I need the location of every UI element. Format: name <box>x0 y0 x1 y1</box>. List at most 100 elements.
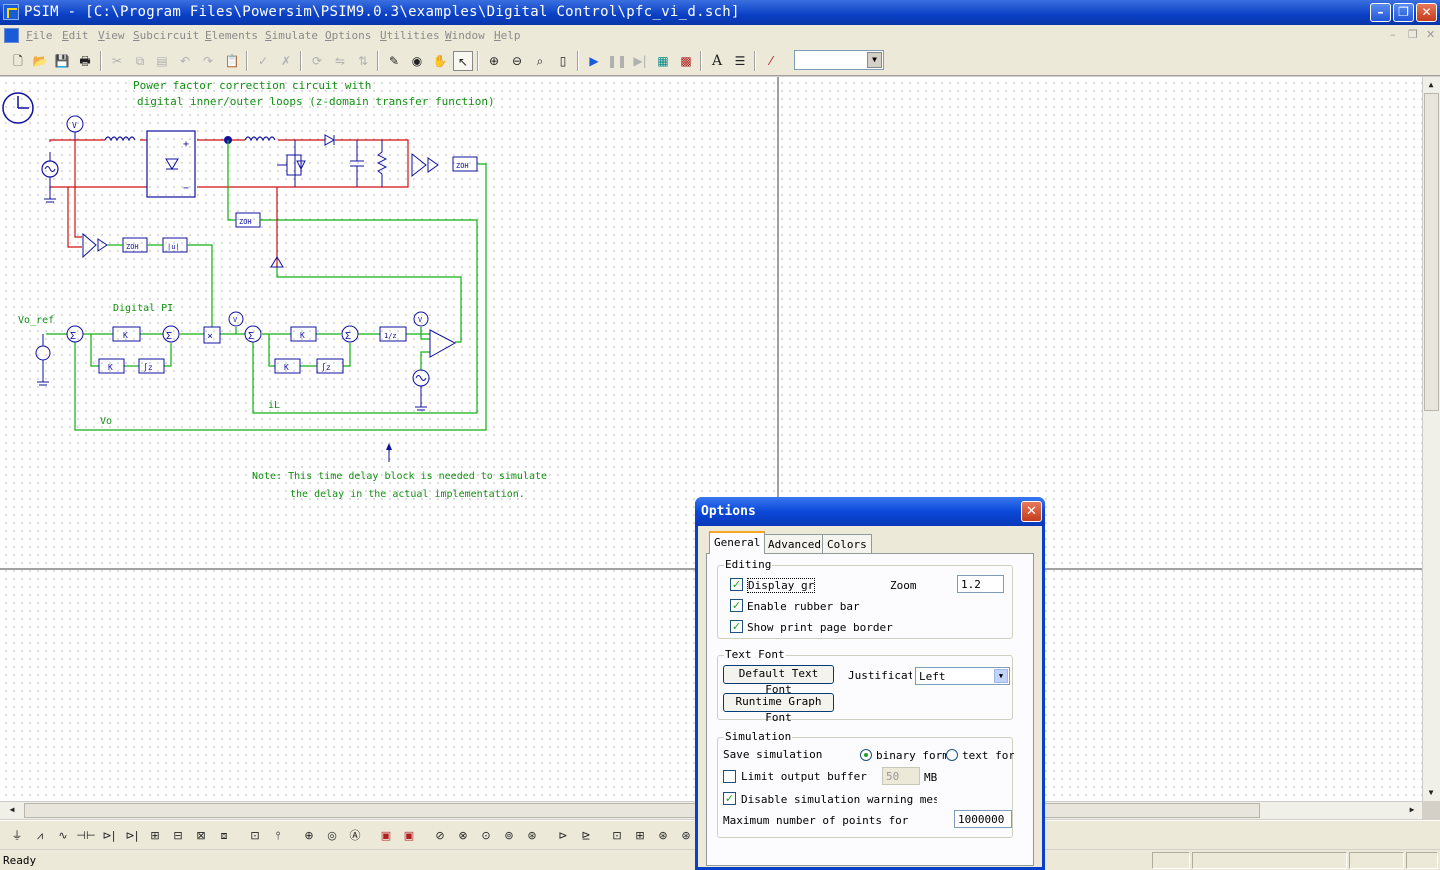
max-points-field[interactable]: 1000000 <box>954 810 1012 828</box>
menu-window[interactable]: Window <box>445 29 485 42</box>
delay-block[interactable]: 1/z <box>379 326 407 342</box>
close-icon[interactable]: ✕ <box>1021 501 1042 522</box>
zoom-field[interactable]: 1.2 <box>957 575 1004 593</box>
flip-tb-icon[interactable]: ⇅ <box>353 51 373 71</box>
rotate-icon[interactable]: ⟳ <box>307 51 327 71</box>
text-icon[interactable]: A <box>707 51 727 71</box>
justification-select[interactable]: Left ▼ <box>915 667 1010 685</box>
zoh-block-current[interactable]: ZOH <box>235 212 261 228</box>
step-icon[interactable]: ▶| <box>630 51 650 71</box>
current-probe-element-icon[interactable]: ▣ <box>399 826 419 846</box>
vertical-scrollbar[interactable]: ▲ ▼ <box>1422 77 1440 801</box>
options-dialog-titlebar[interactable]: Options ✕ <box>695 497 1045 526</box>
ac-source-icon[interactable] <box>41 152 59 203</box>
mdi-minimize-button[interactable]: – <box>1390 28 1396 41</box>
page-icon[interactable]: ▯ <box>553 51 573 71</box>
comparator-element-icon[interactable]: ⊵ <box>576 826 596 846</box>
voltage-sensor-icon[interactable] <box>411 152 439 178</box>
op-amp-element-icon[interactable]: ⊳ <box>553 826 573 846</box>
limit-buffer-checkbox[interactable] <box>723 770 736 783</box>
mdi-restore-button[interactable]: ❐ <box>1408 28 1418 41</box>
disable-warning-checkbox[interactable]: ✓ <box>723 792 736 805</box>
label-icon[interactable]: ◉ <box>407 51 427 71</box>
flip-lr-icon[interactable]: ⇋ <box>330 51 350 71</box>
comparator-icon[interactable] <box>429 329 457 358</box>
sensor-element-icon[interactable]: ⫯ <box>268 826 288 846</box>
cross-icon[interactable]: ✗ <box>276 51 296 71</box>
resistor-icon[interactable] <box>376 140 388 187</box>
print-border-checkbox[interactable]: ✓ <box>730 620 743 633</box>
pi-element-icon[interactable]: ⊞ <box>630 826 650 846</box>
mosfet-element-icon[interactable]: ⊞ <box>145 826 165 846</box>
menu-elements[interactable]: Elements <box>205 29 258 42</box>
sum-block[interactable]: Σ <box>162 325 180 343</box>
zoom-out-icon[interactable]: ⊖ <box>507 51 527 71</box>
schematic-drawing[interactable]: Power factor correction circuit with dig… <box>0 77 780 517</box>
menu-view[interactable]: View <box>98 29 125 42</box>
chevron-down-icon[interactable]: ▼ <box>994 669 1008 683</box>
binary-format-radio[interactable] <box>860 749 872 761</box>
restore-button[interactable]: ❐ <box>1393 3 1414 22</box>
scroll-down-icon[interactable]: ▼ <box>1423 785 1439 801</box>
diode-element-icon[interactable]: ⊳| <box>99 826 119 846</box>
transformer-element-icon[interactable]: ⧈ <box>214 826 234 846</box>
menu-subcircuit[interactable]: Subcircuit <box>133 29 199 42</box>
diode-icon[interactable] <box>324 134 336 146</box>
multiplier-block[interactable]: × <box>203 326 221 344</box>
voltage-probe-icon[interactable]: V <box>413 311 429 327</box>
voltage-probe-element-icon[interactable]: ▣ <box>376 826 396 846</box>
ammeter-element-icon[interactable]: ⊗ <box>453 826 473 846</box>
abs-block[interactable]: |u| <box>162 237 188 253</box>
igbt-switch-icon[interactable] <box>277 140 306 187</box>
dc-source-element-icon[interactable]: ⊕ <box>299 826 319 846</box>
pan-icon[interactable]: ✋ <box>430 51 450 71</box>
gain-block[interactable]: K <box>290 326 317 342</box>
dll-element-icon[interactable]: ⊛ <box>653 826 673 846</box>
sum-block[interactable]: Σ <box>244 325 262 343</box>
minimize-button[interactable]: – <box>1370 3 1391 22</box>
default-text-font-button[interactable]: Default Text Font <box>723 665 834 696</box>
zoh-block-input[interactable]: ZOH <box>122 237 148 253</box>
cosim-element-icon[interactable]: ⊛ <box>676 826 696 846</box>
voltage-probe-icon[interactable]: V <box>228 311 244 327</box>
menu-utilities[interactable]: Utilities <box>380 29 440 42</box>
menu-edit[interactable]: Edit <box>62 29 89 42</box>
zoom-in-icon[interactable]: ⊕ <box>484 51 504 71</box>
voltmeter-element-icon[interactable]: ⊘ <box>430 826 450 846</box>
ac-source-element-icon[interactable]: ◎ <box>322 826 342 846</box>
integrator-block[interactable]: ∫z <box>316 358 344 374</box>
igbt-element-icon[interactable]: ⊟ <box>168 826 188 846</box>
motor-element-icon[interactable]: ⊡ <box>245 826 265 846</box>
menu-help[interactable]: Help <box>494 29 521 42</box>
current-source-element-icon[interactable]: Ⓐ <box>345 826 365 846</box>
tab-advanced[interactable]: Advanced <box>763 534 826 554</box>
gain-block[interactable]: K <box>112 326 141 342</box>
rectifier-icon[interactable]: + − <box>146 130 196 198</box>
varmeter-element-icon[interactable]: ⊚ <box>499 826 519 846</box>
wire-icon[interactable]: ✎ <box>384 51 404 71</box>
redo-icon[interactable]: ↷ <box>198 51 218 71</box>
boost-inductor-icon[interactable] <box>244 136 276 142</box>
resistor-element-icon[interactable]: ⩘ <box>30 826 50 846</box>
open-icon[interactable]: 📂 <box>30 51 50 71</box>
paste-icon[interactable]: ▤ <box>152 51 172 71</box>
clock-icon[interactable] <box>2 92 34 124</box>
scope-element-icon[interactable]: ⊛ <box>522 826 542 846</box>
document-icon[interactable] <box>4 28 19 43</box>
vertical-scroll-thumb[interactable] <box>1424 93 1439 411</box>
capacitor-icon[interactable] <box>350 140 364 187</box>
integrator-block[interactable]: ∫z <box>138 358 165 374</box>
mdi-close-button[interactable]: ✕ <box>1426 28 1435 41</box>
chevron-down-icon[interactable]: ▼ <box>867 52 882 68</box>
rubber-band-checkbox[interactable]: ✓ <box>730 599 743 612</box>
parameter-icon[interactable]: ▩ <box>676 51 696 71</box>
ground-element-icon[interactable]: ⏚ <box>7 826 27 846</box>
text-format-radio[interactable] <box>946 749 958 761</box>
save-icon[interactable]: 💾 <box>52 51 72 71</box>
undo-icon[interactable]: ↶ <box>175 51 195 71</box>
pause-icon[interactable]: ❚❚ <box>607 51 627 71</box>
element-combo[interactable]: ▼ <box>794 50 884 70</box>
gain-block[interactable]: K <box>274 358 301 374</box>
buffer-size-field[interactable]: 50 <box>882 767 920 785</box>
escape-icon[interactable]: ⁄ <box>761 51 781 71</box>
